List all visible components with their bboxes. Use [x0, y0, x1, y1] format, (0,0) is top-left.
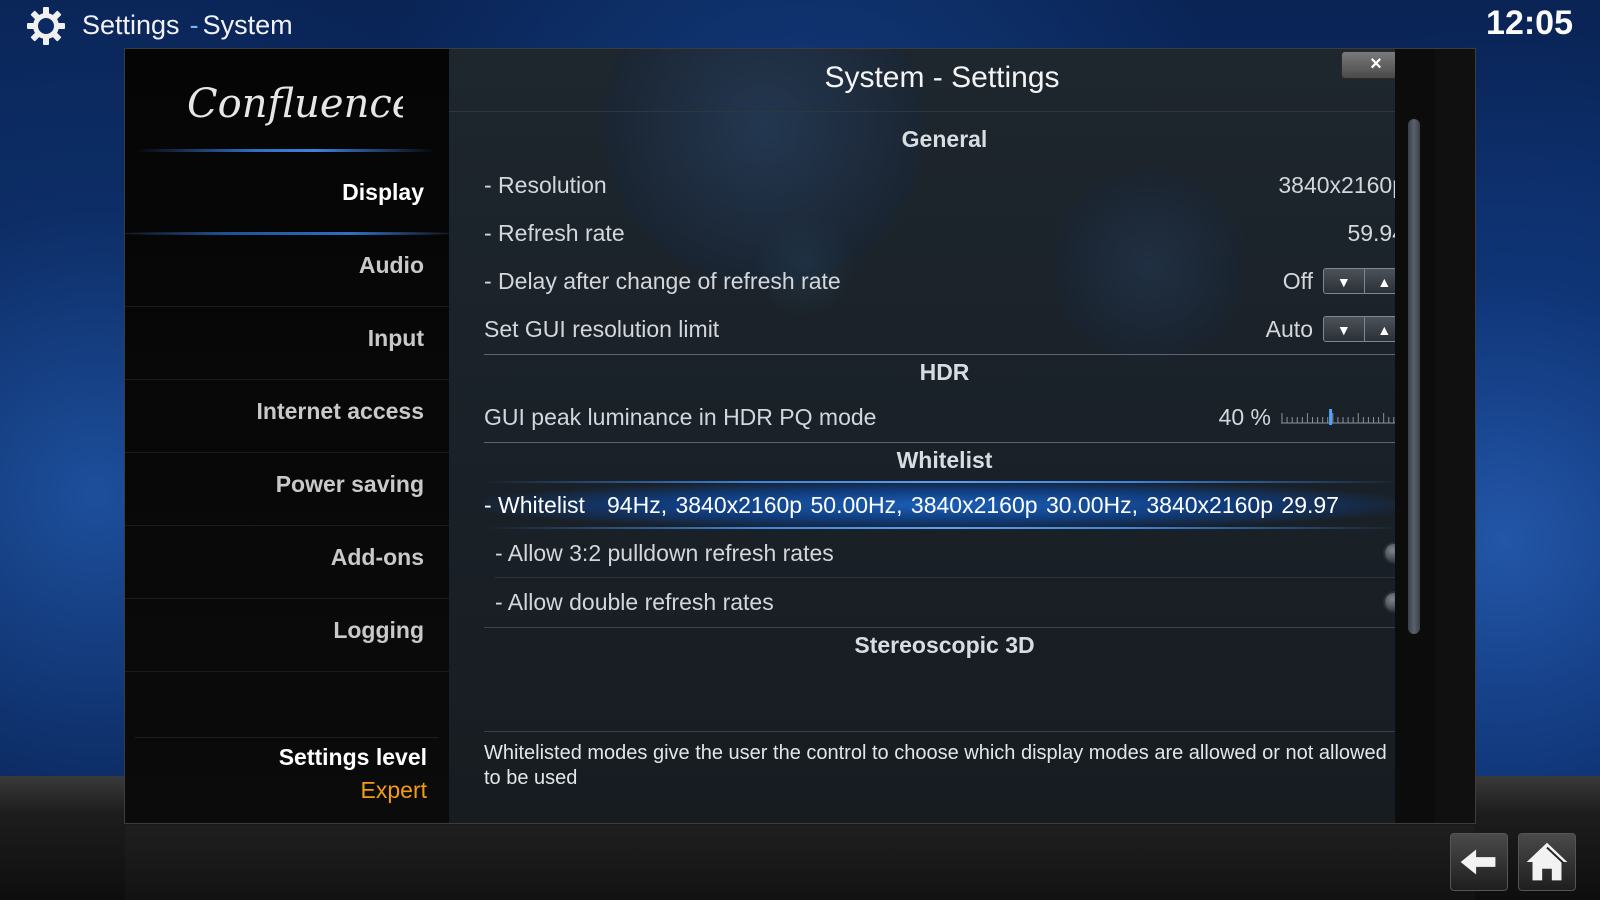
- settings-level-button[interactable]: Settings level Expert: [279, 744, 427, 804]
- description-divider: [484, 731, 1405, 732]
- setting-resolution[interactable]: - Resolution 3840x2160p: [484, 161, 1405, 209]
- setting-value: Off: [1282, 268, 1313, 294]
- setting-gui-peak-luminance[interactable]: GUI peak luminance in HDR PQ mode 40 %: [484, 393, 1405, 441]
- sidebar-item-internet-access[interactable]: Internet access: [125, 380, 449, 453]
- sidebar-item-input[interactable]: Input: [125, 307, 449, 380]
- breadcrumb-separator: -: [189, 10, 199, 40]
- setting-value: 3840x2160p: [1278, 172, 1405, 198]
- setting-label: - Delay after change of refresh rate: [484, 268, 841, 294]
- confluence-logo: Confluence: [187, 81, 403, 127]
- luminance-slider: 40 %: [1219, 393, 1405, 441]
- home-button[interactable]: [1518, 833, 1576, 891]
- setting-value: 40 %: [1218, 404, 1271, 430]
- scrollbar[interactable]: [1395, 49, 1435, 823]
- top-header: Settings - System 12:05: [0, 0, 1600, 50]
- dialog-title: System - Settings: [824, 61, 1060, 94]
- setting-value: Auto: [1265, 316, 1313, 342]
- slider-thumb: [1329, 409, 1333, 425]
- setting-label: Set GUI resolution limit: [484, 316, 720, 342]
- spin-control: Auto ▼ ▲: [1266, 316, 1405, 342]
- setting-whitelist[interactable]: - Whitelist 94Hz, 3840x2160p 50.00Hz, 38…: [484, 481, 1405, 529]
- setting-value: 94Hz, 3840x2160p 50.00Hz, 3840x2160p 30.…: [607, 492, 1339, 518]
- clock: 12:05: [1486, 4, 1573, 42]
- spin-buttons: ▼ ▲: [1323, 268, 1405, 294]
- setting-allow-double-rates[interactable]: - Allow double refresh rates: [484, 578, 1405, 626]
- sidebar: Confluence Display Audio Input Internet …: [125, 49, 450, 823]
- title-divider: [449, 111, 1435, 112]
- settings-list: General - Resolution 3840x2160p - Refres…: [484, 117, 1405, 666]
- gear-icon: [27, 7, 65, 45]
- setting-label: - Whitelist: [484, 492, 585, 518]
- breadcrumb-subsection: System: [202, 10, 293, 40]
- setting-delay-refresh-change[interactable]: - Delay after change of refresh rate Off…: [484, 257, 1405, 305]
- breadcrumb-section: Settings: [82, 10, 180, 40]
- section-header-whitelist: Whitelist: [896, 447, 993, 473]
- setting-label: - Resolution: [484, 172, 607, 198]
- arrow-down-icon[interactable]: ▼: [1324, 317, 1364, 341]
- setting-description: Whitelisted modes give the user the cont…: [484, 742, 1387, 789]
- spin-buttons: ▼ ▲: [1323, 316, 1405, 342]
- settings-panel: System - Settings × General - Resolution…: [449, 49, 1435, 823]
- setting-label: GUI peak luminance in HDR PQ mode: [484, 404, 877, 430]
- settings-level-title: Settings level: [278, 744, 427, 770]
- settings-window: Confluence Display Audio Input Internet …: [124, 48, 1476, 824]
- slider-track[interactable]: [1281, 409, 1405, 425]
- back-button[interactable]: [1450, 833, 1508, 891]
- section-header-stereoscopic-3d: Stereoscopic 3D: [854, 632, 1035, 658]
- sidebar-item-add-ons[interactable]: Add-ons: [125, 526, 449, 599]
- home-icon: [1526, 842, 1568, 881]
- logo-text: Confluence: [187, 81, 403, 127]
- spin-control: Off ▼ ▲: [1283, 268, 1405, 294]
- category-list: Display Audio Input Internet access Powe…: [125, 161, 449, 672]
- sidebar-item-power-saving[interactable]: Power saving: [125, 453, 449, 526]
- setting-label: - Allow double refresh rates: [495, 589, 774, 615]
- breadcrumb: Settings - System: [82, 10, 293, 41]
- sidebar-item-logging[interactable]: Logging: [125, 599, 449, 672]
- arrow-down-icon[interactable]: ▼: [1324, 269, 1364, 293]
- logo-divider: [135, 149, 435, 152]
- section-header-general: General: [901, 126, 988, 152]
- sidebar-item-audio[interactable]: Audio: [125, 234, 449, 307]
- setting-label: - Allow 3:2 pulldown refresh rates: [495, 540, 834, 566]
- settings-level-value: Expert: [360, 777, 427, 803]
- setting-label: - Refresh rate: [484, 220, 625, 246]
- section-header-hdr: HDR: [919, 359, 970, 385]
- scrollbar-thumb[interactable]: [1408, 119, 1420, 634]
- setting-gui-resolution-limit[interactable]: Set GUI resolution limit Auto ▼ ▲: [484, 305, 1405, 353]
- setting-allow-pulldown[interactable]: - Allow 3:2 pulldown refresh rates: [484, 529, 1405, 577]
- setting-refresh-rate[interactable]: - Refresh rate 59.94: [484, 209, 1405, 257]
- sidebar-item-display[interactable]: Display: [125, 161, 449, 235]
- back-arrow-icon: [1460, 849, 1496, 875]
- settings-level-divider: [135, 737, 439, 738]
